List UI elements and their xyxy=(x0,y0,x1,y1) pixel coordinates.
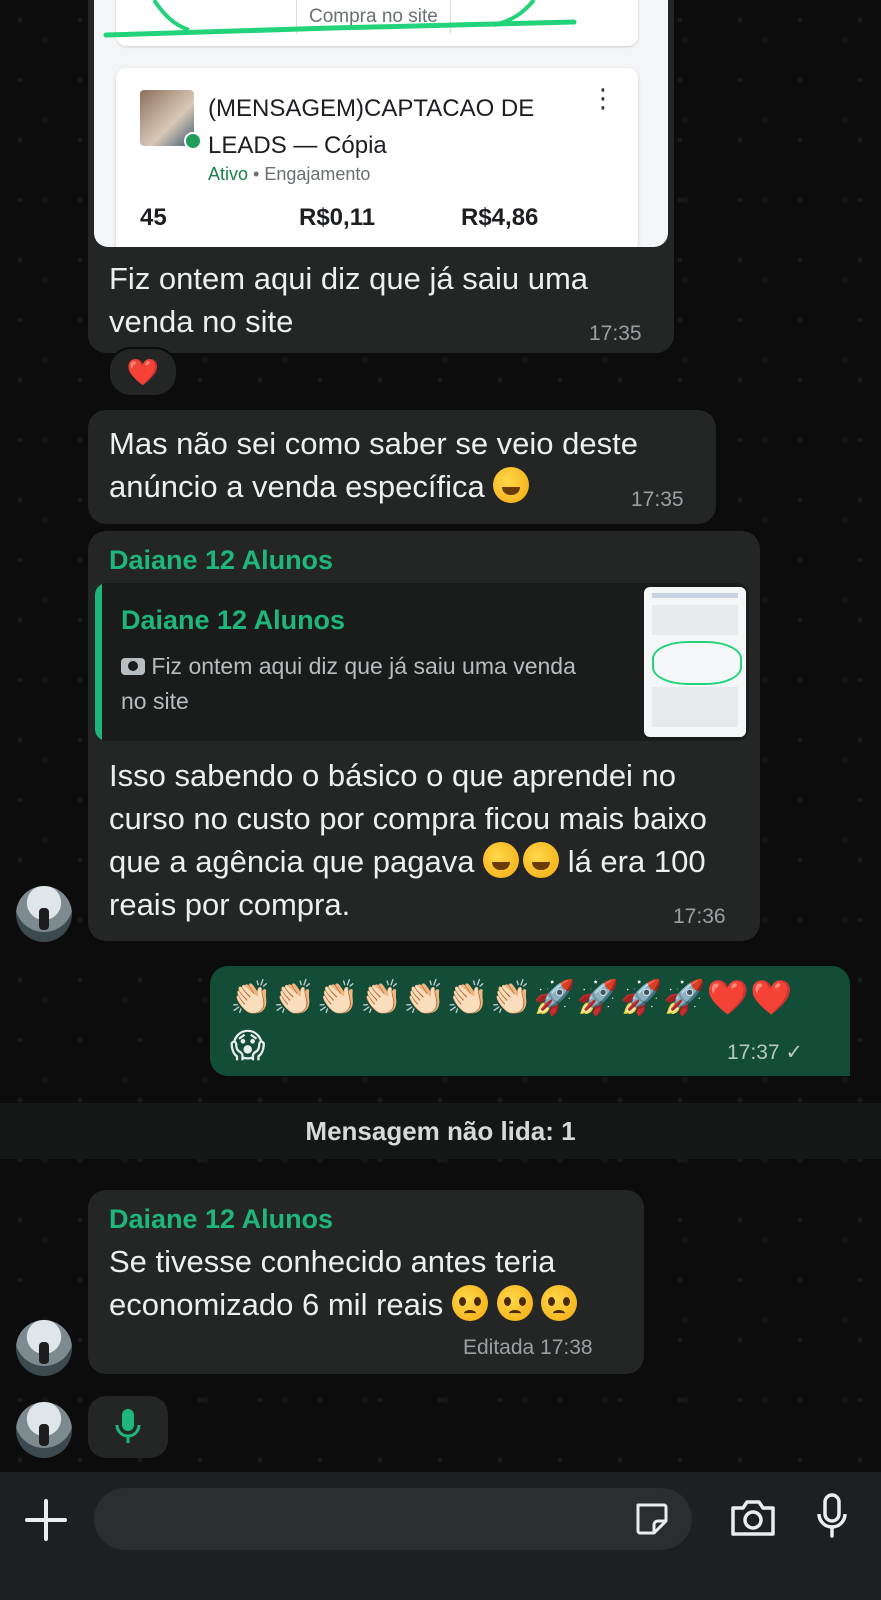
ad-card: (MENSAGEM)CAPTACAO DE LEADS — Cópia ⋮ At… xyxy=(116,68,638,247)
rofl-emoji xyxy=(483,842,520,878)
quote-thumbnail xyxy=(644,587,746,737)
camera-icon[interactable] xyxy=(729,1496,777,1540)
ad-status-row: Ativo • Engajamento xyxy=(208,164,370,185)
pleading-emoji xyxy=(541,1285,578,1321)
sender-name: Daiane 12 Alunos xyxy=(109,545,334,575)
message-text: Mas não sei como saber se veio deste anú… xyxy=(109,426,638,504)
message-bubble[interactable]: Daiane 12 Alunos Se tivesse conhecido an… xyxy=(88,1190,644,1374)
voice-message-bubble[interactable] xyxy=(88,1396,168,1458)
ad-title: (MENSAGEM)CAPTACAO DE LEADS — Cópia xyxy=(208,95,535,159)
camera-small-icon xyxy=(121,658,145,675)
avatar[interactable] xyxy=(16,1402,72,1458)
ad-status: Ativo xyxy=(208,164,249,184)
message-text: Isso sabendo o básico o que aprendei no … xyxy=(109,758,707,922)
avatar[interactable] xyxy=(16,886,72,942)
input-bar xyxy=(0,1472,881,1600)
sticker-icon[interactable] xyxy=(632,1499,672,1539)
quote-text-row: Fiz ontem aqui diz que já saiu uma venda… xyxy=(121,653,576,714)
heart-reaction: ❤️ xyxy=(126,357,160,387)
ad-results: 45 xyxy=(140,204,167,231)
message-time: 17:37 ✓ xyxy=(727,1041,803,1064)
ad-cost-per-result: R$0,11 xyxy=(299,204,376,231)
message-bubble[interactable]: Mas não sei como saber se veio deste anú… xyxy=(88,410,716,524)
crying-emoji xyxy=(451,1285,488,1321)
ad-amount-spent: R$4,86 xyxy=(461,204,539,231)
message-input[interactable] xyxy=(94,1488,692,1550)
message-time: Editada 17:38 xyxy=(463,1336,593,1359)
mic-icon xyxy=(115,1409,141,1443)
message-text: Fiz ontem aqui diz que já saiu uma venda… xyxy=(109,261,589,339)
ad-objective: • Engajamento xyxy=(253,164,371,184)
quote-sender: Daiane 12 Alunos xyxy=(121,605,346,635)
message-time: 17:35 xyxy=(589,322,642,345)
more-options-icon[interactable]: ⋮ xyxy=(590,85,616,111)
shared-image[interactable]: Compra no site (MENSAGEM)CAPTACAO DE LEA… xyxy=(94,0,668,247)
avatar[interactable] xyxy=(16,1320,72,1376)
mic-icon[interactable] xyxy=(814,1492,850,1540)
unread-divider: Mensagem não lida: 1 xyxy=(0,1103,881,1159)
message-time: 17:35 xyxy=(631,488,684,511)
image-message-bubble[interactable]: Compra no site (MENSAGEM)CAPTACAO DE LEA… xyxy=(88,0,674,353)
quoted-message[interactable]: Daiane 12 Alunos Fiz ontem aqui diz que … xyxy=(95,583,749,741)
active-dot xyxy=(184,132,202,150)
rofl-emoji xyxy=(523,842,560,878)
plus-icon[interactable] xyxy=(24,1498,68,1542)
message-bubble[interactable]: Daiane 12 Alunos Daiane 12 Alunos Fiz on… xyxy=(88,531,760,941)
message-time: 17:36 xyxy=(673,905,726,928)
reaction-badge[interactable]: ❤️ xyxy=(108,347,178,397)
rofl-emoji xyxy=(493,467,530,503)
pleading-emoji xyxy=(496,1285,533,1321)
message-text: Se tivesse conhecido antes teria economi… xyxy=(109,1240,634,1326)
green-annotation xyxy=(103,0,577,38)
quote-accent-bar xyxy=(95,583,102,741)
sender-name: Daiane 12 Alunos xyxy=(109,1204,334,1234)
outgoing-message-bubble[interactable]: 👏🏻👏🏻👏🏻👏🏻👏🏻👏🏻👏🏻🚀🚀🚀🚀❤️❤️ 😱 17:37 ✓ xyxy=(210,966,850,1076)
